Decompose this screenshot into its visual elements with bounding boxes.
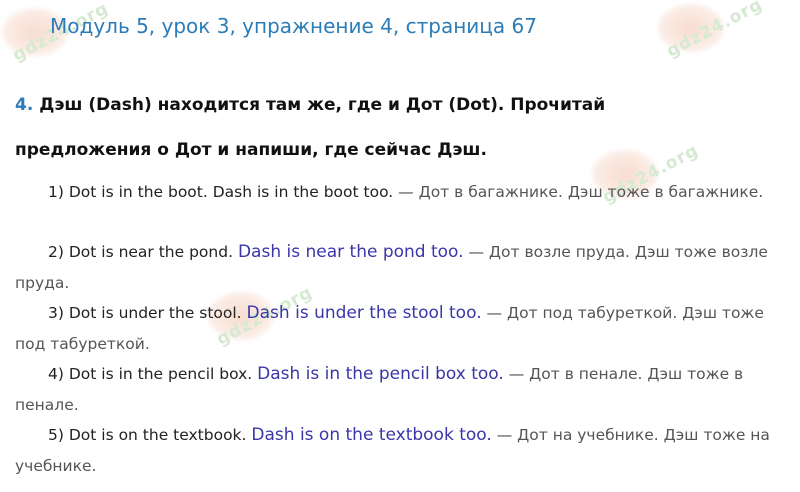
task-statement-line1: 4. Дэш (Dash) находится там же, где и До… xyxy=(15,95,785,115)
item-translation: Дот в багажнике. Дэш тоже в багажнике. xyxy=(418,183,764,201)
list-item: 2) Dot is near the pond. Dash is near th… xyxy=(15,237,790,298)
item-sentence: 2) Dot is near the pond. xyxy=(48,243,234,261)
item-sentence: 3) Dot is under the stool. xyxy=(48,304,242,322)
task-text: Дэш (Dash) находится там же, где и Дот (… xyxy=(39,95,606,115)
task-text: предложения о Дот и напиши, где сейчас Д… xyxy=(15,140,487,160)
item-dash: — xyxy=(503,365,530,383)
item-answer: Dash is near the pond too. xyxy=(237,242,464,262)
item-sentence: 1) Dot is in the boot. Dash is in the bo… xyxy=(48,183,394,201)
list-item: 3) Dot is under the stool. Dash is under… xyxy=(15,298,790,359)
item-dash: — xyxy=(481,304,507,322)
item-dash: — xyxy=(463,243,489,261)
item-dash: — xyxy=(491,426,518,444)
page-title: Модуль 5, урок 3, упражнение 4, страница… xyxy=(50,14,537,38)
item-answer: Dash is in the pencil box too. xyxy=(257,364,504,384)
item-sentence: 4) Dot is in the pencil box. xyxy=(48,365,253,383)
task-number: 4. xyxy=(15,95,34,115)
list-item: 4) Dot is in the pencil box. Dash is in … xyxy=(15,359,790,420)
item-answer: Dash is under the stool too. xyxy=(246,303,482,323)
item-answer: Dash is on the textbook too. xyxy=(251,425,492,445)
task-statement-line2: предложения о Дот и напиши, где сейчас Д… xyxy=(15,140,785,160)
item-dash: — xyxy=(393,183,419,201)
list-item: 1) Dot is in the boot. Dash is in the bo… xyxy=(15,177,790,208)
item-sentence: 5) Dot is on the textbook. xyxy=(48,426,247,444)
list-item: 5) Dot is on the textbook. Dash is on th… xyxy=(15,420,790,481)
